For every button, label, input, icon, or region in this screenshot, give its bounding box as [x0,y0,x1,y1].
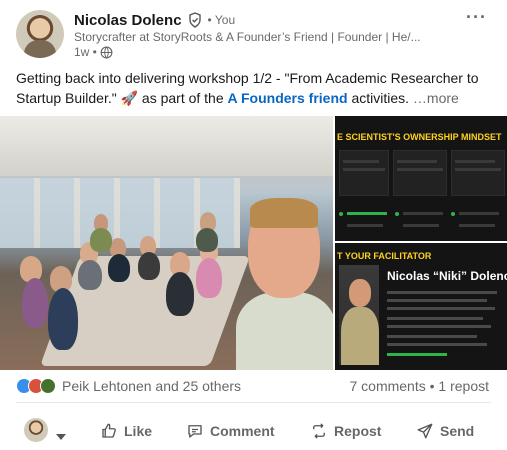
post-media: E SCIENTIST'S OWNERSHIP MINDSET T YOUR F… [0,116,507,370]
send-icon [417,423,433,439]
author-line: Nicolas Dolenc • You [74,10,235,30]
facilitator-portrait [339,265,379,365]
like-icon [102,423,116,438]
caret-down-icon [56,427,66,440]
action-bar: Like Comment Repost Send [0,408,507,450]
comments-reposts-count[interactable]: 7 comments • 1 repost [349,378,489,394]
group-photo[interactable] [0,116,333,370]
comment-button[interactable]: Comment [186,418,275,444]
post-text: Getting back into delivering workshop 1/… [16,68,496,108]
selfie-person [236,196,333,370]
comment-label: Comment [210,423,275,439]
post-header: Nicolas Dolenc • You Storycrafter at Sto… [0,0,507,66]
slide-ownership-mindset[interactable]: E SCIENTIST'S OWNERSHIP MINDSET [335,116,507,241]
comment-icon [188,425,202,438]
actor-avatar [24,418,48,442]
slide-bottom-label: T YOUR FACILITATOR [337,251,432,261]
slide-facilitator[interactable]: T YOUR FACILITATOR Nicolas “Niki” Dolenc [335,243,507,370]
post-meta: 1w • [74,45,113,59]
post-time: 1w • [74,45,97,59]
support-reaction-icon [40,378,56,394]
repost-label: Repost [334,423,382,439]
repost-icon [313,423,325,439]
post-text-tail: activities. [347,90,410,106]
slide-top-title: E SCIENTIST'S OWNERSHIP MINDSET [337,132,502,142]
author-headline: Storycrafter at StoryRoots & A Founder’s… [74,30,421,44]
like-button[interactable]: Like [100,418,152,444]
actor-selector[interactable] [24,418,66,442]
send-label: Send [440,423,475,439]
like-label: Like [124,423,153,439]
social-counts: Peik Lehtonen and 25 others 7 comments •… [0,372,507,400]
company-link[interactable]: A Founders friend [228,90,348,106]
facilitator-name: Nicolas “Niki” Dolenc [387,269,507,283]
author-name[interactable]: Nicolas Dolenc [74,12,182,29]
you-label: • You [207,13,236,27]
reactions-summary[interactable]: Peik Lehtonen and 25 others [16,378,241,394]
author-avatar[interactable] [16,10,64,58]
verified-icon [187,12,203,28]
reactions-text[interactable]: Peik Lehtonen and 25 others [62,378,241,394]
divider [16,402,491,403]
see-more-link[interactable]: …more [409,90,459,106]
send-button[interactable]: Send [416,418,474,444]
repost-button[interactable]: Repost [310,418,381,444]
more-options-icon[interactable]: ··· [466,8,487,26]
globe-icon [100,46,113,59]
